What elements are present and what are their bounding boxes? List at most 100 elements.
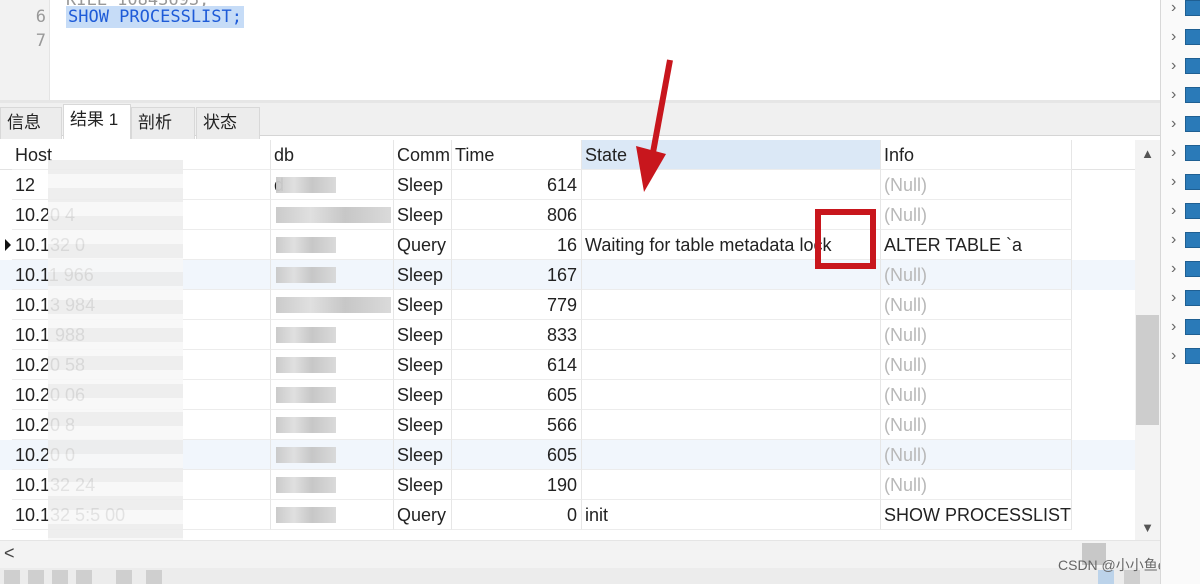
- side-tree-item[interactable]: ›: [1171, 201, 1200, 221]
- cell-command[interactable]: Sleep: [394, 470, 452, 500]
- cell-state[interactable]: [582, 320, 881, 350]
- chevron-right-icon[interactable]: ›: [1171, 259, 1176, 279]
- chevron-right-icon[interactable]: ›: [1171, 288, 1176, 308]
- chevron-right-icon[interactable]: ›: [1171, 0, 1176, 18]
- chevron-right-icon[interactable]: ›: [1171, 143, 1176, 163]
- cell-state[interactable]: [582, 470, 881, 500]
- column-header-command[interactable]: Comm: [394, 140, 452, 170]
- cell-info[interactable]: (Null): [881, 200, 1072, 230]
- column-header-time[interactable]: Time: [452, 140, 582, 170]
- chevron-right-icon[interactable]: ›: [1171, 346, 1176, 366]
- watermark: CSDN @小小鱼er: [1058, 557, 1171, 573]
- cell-info[interactable]: (Null): [881, 320, 1072, 350]
- redacted-db: [276, 207, 391, 223]
- cell-command[interactable]: Sleep: [394, 380, 452, 410]
- chevron-right-icon[interactable]: ›: [1171, 230, 1176, 250]
- cell-time[interactable]: 779: [452, 290, 582, 320]
- cell-info[interactable]: (Null): [881, 380, 1072, 410]
- delete-row-icon[interactable]: [28, 570, 44, 584]
- side-tree-item[interactable]: ›: [1171, 317, 1200, 337]
- cell-time[interactable]: 605: [452, 380, 582, 410]
- cell-command[interactable]: Sleep: [394, 260, 452, 290]
- cell-state[interactable]: init: [582, 500, 881, 530]
- vertical-scroll-thumb[interactable]: [1136, 315, 1159, 425]
- side-tree-item[interactable]: ›: [1171, 114, 1200, 134]
- side-tree-item[interactable]: ›: [1171, 288, 1200, 308]
- side-tree-item[interactable]: ›: [1171, 230, 1200, 250]
- cell-command[interactable]: Sleep: [394, 410, 452, 440]
- tab-result-1[interactable]: 结果 1: [63, 104, 131, 139]
- vertical-scrollbar[interactable]: ▲ ▼: [1135, 140, 1160, 540]
- cell-time[interactable]: 566: [452, 410, 582, 440]
- chevron-right-icon[interactable]: ›: [1171, 27, 1176, 47]
- cell-state[interactable]: [582, 170, 881, 200]
- cell-command[interactable]: Sleep: [394, 200, 452, 230]
- scroll-up-arrow[interactable]: ▲: [1135, 142, 1160, 166]
- redacted-db: [276, 447, 336, 463]
- side-tree-item[interactable]: ›: [1171, 0, 1200, 18]
- cell-command[interactable]: Sleep: [394, 290, 452, 320]
- cell-time[interactable]: 833: [452, 320, 582, 350]
- cell-info[interactable]: (Null): [881, 290, 1072, 320]
- cell-state[interactable]: [582, 350, 881, 380]
- side-tree-item[interactable]: ›: [1171, 56, 1200, 76]
- horizontal-scrollbar[interactable]: <: [0, 540, 1160, 568]
- cell-info[interactable]: SHOW PROCESSLIST: [881, 500, 1072, 530]
- side-tree-item[interactable]: ›: [1171, 85, 1200, 105]
- scroll-left-arrow[interactable]: <: [4, 543, 15, 564]
- cell-state[interactable]: [582, 380, 881, 410]
- side-tree-item[interactable]: ›: [1171, 172, 1200, 192]
- chevron-right-icon[interactable]: ›: [1171, 201, 1176, 221]
- discard-icon[interactable]: [76, 570, 92, 584]
- sql-editor[interactable]: KILL 10843693; 6 SHOW PROCESSLIST; 7: [0, 0, 1160, 100]
- cell-info[interactable]: (Null): [881, 260, 1072, 290]
- tab-info[interactable]: 信息: [0, 107, 62, 139]
- code-line[interactable]: SHOW PROCESSLIST;: [66, 6, 244, 28]
- chevron-right-icon[interactable]: ›: [1171, 56, 1176, 76]
- chevron-right-icon[interactable]: ›: [1171, 85, 1176, 105]
- cell-command[interactable]: Query: [394, 230, 452, 260]
- table-icon: [1185, 58, 1200, 74]
- cell-state[interactable]: [582, 290, 881, 320]
- tab-profile[interactable]: 剖析: [131, 107, 195, 139]
- cell-command[interactable]: Sleep: [394, 350, 452, 380]
- cell-state[interactable]: [582, 440, 881, 470]
- column-header-info[interactable]: Info: [881, 140, 1072, 170]
- apply-icon[interactable]: [52, 570, 68, 584]
- stop-icon[interactable]: [146, 570, 162, 584]
- side-tree-item[interactable]: ›: [1171, 259, 1200, 279]
- scroll-down-arrow[interactable]: ▼: [1135, 516, 1160, 540]
- side-tree-item[interactable]: ›: [1171, 346, 1200, 366]
- chevron-right-icon[interactable]: ›: [1171, 317, 1176, 337]
- cell-info[interactable]: ALTER TABLE `a: [881, 230, 1072, 260]
- chevron-right-icon[interactable]: ›: [1171, 172, 1176, 192]
- cell-info[interactable]: (Null): [881, 470, 1072, 500]
- cell-time[interactable]: 0: [452, 500, 582, 530]
- table-icon: [1185, 348, 1200, 364]
- cell-time[interactable]: 190: [452, 470, 582, 500]
- cell-time[interactable]: 605: [452, 440, 582, 470]
- cell-time[interactable]: 614: [452, 170, 582, 200]
- cell-info[interactable]: (Null): [881, 440, 1072, 470]
- cell-command[interactable]: Sleep: [394, 440, 452, 470]
- cell-time[interactable]: 167: [452, 260, 582, 290]
- cell-command[interactable]: Sleep: [394, 320, 452, 350]
- side-tree-item[interactable]: ›: [1171, 27, 1200, 47]
- column-header-state[interactable]: State: [582, 140, 881, 170]
- cell-time[interactable]: 16: [452, 230, 582, 260]
- cell-state[interactable]: [582, 410, 881, 440]
- cell-time[interactable]: 806: [452, 200, 582, 230]
- cell-info[interactable]: (Null): [881, 170, 1072, 200]
- refresh-icon[interactable]: [116, 570, 132, 584]
- tab-status[interactable]: 状态: [196, 107, 260, 139]
- add-row-icon[interactable]: [4, 570, 20, 584]
- redacted-db: [276, 297, 391, 313]
- cell-info[interactable]: (Null): [881, 410, 1072, 440]
- chevron-right-icon[interactable]: ›: [1171, 114, 1176, 134]
- side-tree-item[interactable]: ›: [1171, 143, 1200, 163]
- cell-command[interactable]: Sleep: [394, 170, 452, 200]
- column-header-db[interactable]: db: [271, 140, 394, 170]
- cell-time[interactable]: 614: [452, 350, 582, 380]
- cell-command[interactable]: Query: [394, 500, 452, 530]
- cell-info[interactable]: (Null): [881, 350, 1072, 380]
